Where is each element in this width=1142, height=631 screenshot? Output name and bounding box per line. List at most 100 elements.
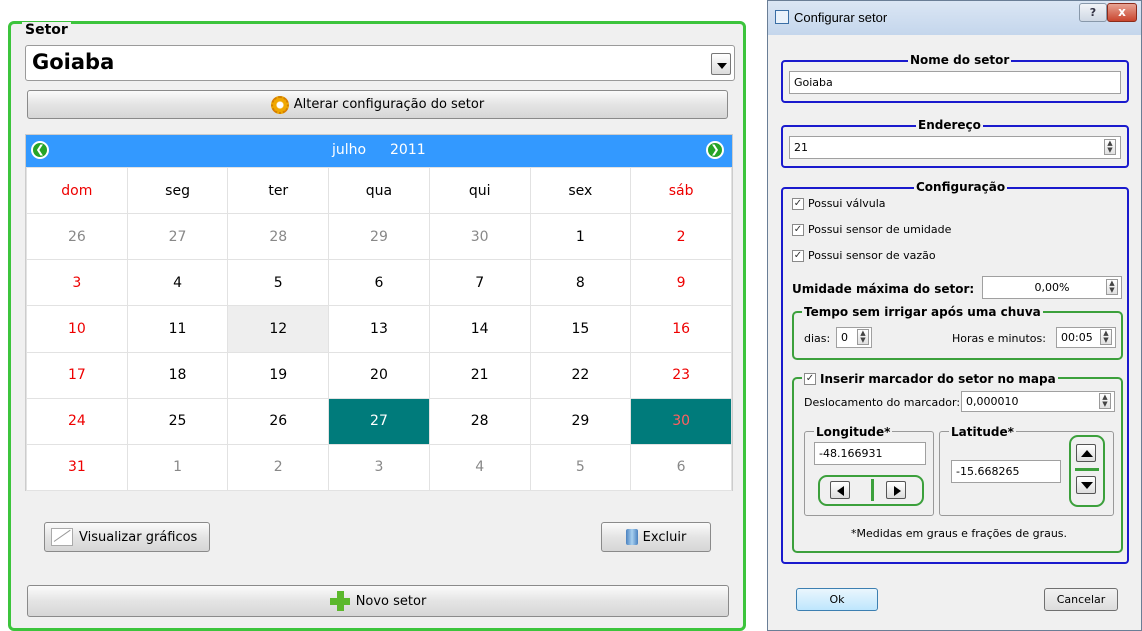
calendar-day[interactable]: 30 (428, 213, 531, 261)
horas-spin-icon[interactable]: ▲ ▼ (1100, 329, 1112, 345)
calendar-day[interactable]: 17 (26, 351, 128, 399)
possui-valvula-checkbox[interactable]: ✓ Possui válvula (792, 197, 886, 210)
possui-sensor-umidade-label: Possui sensor de umidade (808, 223, 952, 236)
visualizar-graficos-button[interactable]: Visualizar gráficos (44, 522, 210, 552)
weekday-header: sáb (630, 166, 732, 215)
latitude-input[interactable]: -15.668265 (951, 460, 1061, 483)
next-month-icon[interactable]: ❯ (706, 141, 724, 159)
umidade-maxima-input[interactable]: 0,00% (982, 276, 1122, 299)
arrow-down-icon[interactable] (1076, 476, 1096, 494)
arrow-up-icon[interactable] (1076, 444, 1096, 462)
endereco-input[interactable]: 21 (789, 136, 1121, 159)
setor-group-title: Setor (22, 22, 71, 38)
calendar-day[interactable]: 27 (126, 213, 229, 261)
weekday-header: dom (26, 166, 128, 215)
calendar-day[interactable]: 20 (328, 351, 430, 399)
calendar-day[interactable]: 15 (529, 305, 632, 353)
calendar-day[interactable]: 12 (227, 305, 330, 353)
calendar-day[interactable]: 8 (529, 259, 632, 307)
dias-spin-icon[interactable]: ▲ ▼ (857, 329, 869, 345)
chart-icon (51, 528, 73, 546)
visualizar-graficos-label: Visualizar gráficos (79, 529, 198, 545)
calendar-day[interactable]: 7 (428, 259, 531, 307)
deslocamento-input[interactable]: 0,000010 (961, 391, 1115, 412)
calendar-day[interactable]: 22 (529, 351, 632, 399)
plus-icon (329, 591, 350, 611)
arrow-left-icon[interactable] (830, 481, 850, 499)
inserir-marcador-checkbox[interactable]: ✓ Inserir marcador do setor no mapa (802, 372, 1058, 386)
prev-month-icon[interactable]: ❮ (31, 141, 49, 159)
horas-minutos-label: Horas e minutos: (952, 332, 1046, 345)
calendar-grid: dom seg ter qua qui sex sáb 26 27 28 29 … (26, 166, 732, 492)
check-icon: ✓ (792, 197, 804, 210)
ok-button[interactable]: Ok (796, 588, 878, 611)
dialog-title: Configurar setor (794, 10, 888, 25)
calendar-day[interactable]: 4 (428, 443, 531, 492)
possui-sensor-vazao-label: Possui sensor de vazão (808, 249, 936, 262)
calendar-day-selected[interactable]: 27 (328, 397, 430, 445)
possui-sensor-umidade-checkbox[interactable]: ✓ Possui sensor de umidade (792, 223, 951, 236)
calendar-day[interactable]: 26 (26, 213, 128, 261)
calendar-day[interactable]: 9 (630, 259, 732, 307)
calendar-day[interactable]: 2 (630, 213, 732, 261)
calendar-day[interactable]: 4 (126, 259, 229, 307)
calendar-day[interactable]: 26 (227, 397, 330, 445)
calendar-day[interactable]: 25 (126, 397, 229, 445)
calendar-day[interactable]: 5 (227, 259, 330, 307)
latitude-title: Latitude* (949, 425, 1016, 439)
calendar-day[interactable]: 23 (630, 351, 732, 399)
divider (1075, 468, 1099, 471)
calendar-day[interactable]: 16 (630, 305, 732, 353)
endereco-spin-icon[interactable]: ▲ ▼ (1104, 139, 1116, 155)
trash-icon (625, 529, 638, 545)
calendar-day[interactable]: 18 (126, 351, 229, 399)
setor-select-value: Goiaba (32, 50, 115, 74)
calendar-day[interactable]: 31 (26, 443, 128, 492)
gear-icon (270, 95, 289, 114)
possui-sensor-vazao-checkbox[interactable]: ✓ Possui sensor de vazão (792, 249, 936, 262)
deslocamento-spin-icon[interactable]: ▲ ▼ (1099, 393, 1111, 409)
alterar-configuracao-button[interactable]: Alterar configuração do setor (27, 90, 728, 119)
help-button[interactable]: ? (1079, 3, 1107, 22)
chevron-down-icon[interactable] (711, 53, 731, 75)
calendar-day[interactable]: 21 (428, 351, 531, 399)
calendar-year[interactable]: 2011 (390, 142, 426, 158)
excluir-label: Excluir (642, 529, 687, 545)
calendar-day[interactable]: 28 (227, 213, 330, 261)
calendar-day[interactable]: 29 (529, 397, 632, 445)
calendar-day[interactable]: 2 (227, 443, 330, 492)
window-icon (775, 10, 789, 24)
calendar-day-selected[interactable]: 30 (630, 397, 732, 445)
calendar-day[interactable]: 10 (26, 305, 128, 353)
calendar-day[interactable]: 14 (428, 305, 531, 353)
umidade-maxima-label: Umidade máxima do setor: (792, 282, 975, 296)
calendar-day[interactable]: 1 (126, 443, 229, 492)
dialog-titlebar[interactable]: Configurar setor ? x (768, 1, 1141, 35)
calendar-day[interactable]: 3 (328, 443, 430, 492)
calendar-day[interactable]: 13 (328, 305, 430, 353)
setor-select[interactable]: Goiaba (25, 45, 735, 81)
novo-setor-label: Novo setor (355, 593, 427, 609)
close-button[interactable]: x (1107, 3, 1137, 22)
weekday-header: ter (227, 166, 330, 215)
calendar-day[interactable]: 5 (529, 443, 632, 492)
calendar-day[interactable]: 28 (428, 397, 531, 445)
medidas-note: *Medidas em graus e frações de graus. (851, 527, 1068, 540)
calendar-day[interactable]: 3 (26, 259, 128, 307)
umidade-spin-icon[interactable]: ▲ ▼ (1106, 279, 1118, 295)
calendar-day[interactable]: 29 (328, 213, 430, 261)
calendar-month[interactable]: julho (332, 142, 366, 158)
calendar-day[interactable]: 1 (529, 213, 632, 261)
calendar-day[interactable]: 24 (26, 397, 128, 445)
novo-setor-button[interactable]: Novo setor (27, 585, 729, 617)
excluir-button[interactable]: Excluir (601, 522, 711, 552)
calendar: ❮ julho 2011 ❯ dom seg ter qua qui sex s… (25, 134, 733, 492)
calendar-day[interactable]: 11 (126, 305, 229, 353)
longitude-input[interactable]: -48.166931 (814, 442, 926, 465)
nome-setor-input[interactable]: Goiaba (789, 71, 1121, 94)
calendar-day[interactable]: 6 (630, 443, 732, 492)
calendar-day[interactable]: 19 (227, 351, 330, 399)
arrow-right-icon[interactable] (886, 481, 906, 499)
calendar-day[interactable]: 6 (328, 259, 430, 307)
cancelar-button[interactable]: Cancelar (1044, 588, 1118, 611)
